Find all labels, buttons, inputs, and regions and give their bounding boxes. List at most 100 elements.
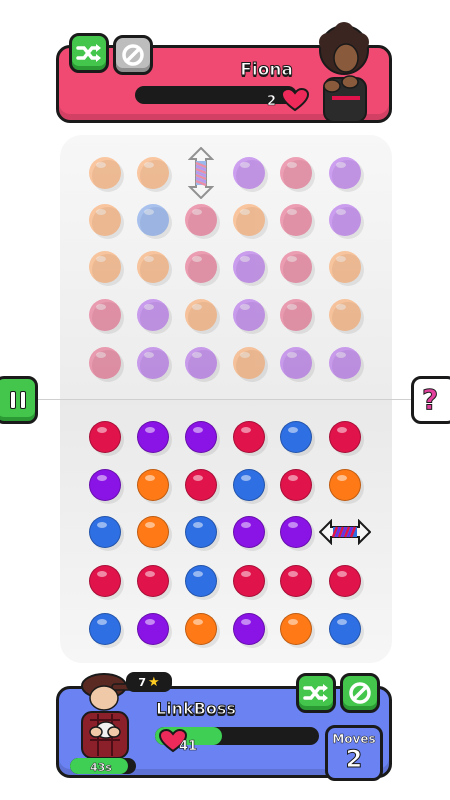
opponent-red-dot <box>280 157 312 189</box>
opponent-red-dot <box>185 251 217 283</box>
opponent-purple-dot <box>329 204 361 236</box>
player-blue-dot[interactable] <box>233 469 265 501</box>
player-name: LinkBoss <box>156 699 237 719</box>
dot-shine <box>97 475 107 481</box>
dot-shine <box>241 571 251 577</box>
opponent-red-dot <box>89 347 121 379</box>
player-blue-dot[interactable] <box>329 613 361 645</box>
player-block-button[interactable] <box>340 673 380 713</box>
opponent-purple-dot <box>185 347 217 379</box>
player-red-dot[interactable] <box>329 565 361 597</box>
dot-shine <box>145 522 155 528</box>
dot-shine <box>193 619 203 625</box>
dot-shine <box>193 427 203 433</box>
player-red-dot[interactable] <box>89 565 121 597</box>
dot-shine <box>144 256 154 262</box>
opponent-red-dot <box>89 299 121 331</box>
opponent-block-button[interactable] <box>113 35 153 75</box>
dot-shine <box>336 256 346 262</box>
player-orange-dot[interactable] <box>137 516 169 548</box>
player-purple-dot[interactable] <box>233 516 265 548</box>
opponent-purple-dot <box>329 347 361 379</box>
moves-value: 2 <box>345 745 363 773</box>
dot-shine <box>337 475 347 481</box>
moves-label: Moves <box>332 732 376 747</box>
player-purple-dot[interactable] <box>137 421 169 453</box>
dot-shine <box>337 571 347 577</box>
dot-shine <box>288 475 298 481</box>
dot-shine <box>288 427 298 433</box>
player-blue-dot[interactable] <box>280 421 312 453</box>
dot-shine <box>240 256 250 262</box>
vertical-rocket-powerup[interactable] <box>188 147 214 199</box>
dot-shine <box>336 304 346 310</box>
opponent-name: Fiona <box>240 60 294 81</box>
player-blue-dot[interactable] <box>185 565 217 597</box>
turn-timer-text: 43s <box>90 761 112 775</box>
player-purple-dot[interactable] <box>89 469 121 501</box>
opponent-shuffle-button[interactable] <box>69 33 109 73</box>
player-red-dot[interactable] <box>185 469 217 501</box>
player-orange-dot[interactable] <box>329 469 361 501</box>
dot-shine <box>96 209 106 215</box>
dot-shine <box>240 352 250 358</box>
dot-shine <box>96 304 106 310</box>
dot-shine <box>241 522 251 528</box>
player-blue-dot[interactable] <box>89 516 121 548</box>
dot-shine <box>97 619 107 625</box>
dot-shine <box>193 522 203 528</box>
opponent-hp-value: 2 <box>267 94 277 110</box>
opponent-purple-dot <box>137 299 169 331</box>
dot-shine <box>192 352 202 358</box>
player-purple-dot[interactable] <box>185 421 217 453</box>
player-orange-dot[interactable] <box>280 613 312 645</box>
dot-shine <box>144 352 154 358</box>
opponent-orange-dot <box>233 347 265 379</box>
player-purple-dot[interactable] <box>280 516 312 548</box>
player-red-dot[interactable] <box>89 421 121 453</box>
dot-shine <box>288 619 298 625</box>
player-red-dot[interactable] <box>233 565 265 597</box>
dot-shine <box>96 256 106 262</box>
dot-shine <box>144 209 154 215</box>
dot-shine <box>193 571 203 577</box>
player-red-dot[interactable] <box>137 565 169 597</box>
player-red-dot[interactable] <box>280 469 312 501</box>
opponent-purple-dot <box>280 347 312 379</box>
shuffle-icon <box>76 44 101 62</box>
pause-icon <box>10 391 16 409</box>
help-button[interactable]: ? <box>411 376 450 424</box>
player-red-dot[interactable] <box>233 421 265 453</box>
player-purple-dot[interactable] <box>137 613 169 645</box>
dot-shine <box>192 209 202 215</box>
player-red-dot[interactable] <box>280 565 312 597</box>
player-orange-dot[interactable] <box>185 613 217 645</box>
opponent-orange-dot <box>89 157 121 189</box>
dot-shine <box>336 162 346 168</box>
dot-shine <box>241 427 251 433</box>
player-orange-dot[interactable] <box>137 469 169 501</box>
player-blue-dot[interactable] <box>89 613 121 645</box>
player-blue-dot[interactable] <box>185 516 217 548</box>
player-red-dot[interactable] <box>329 421 361 453</box>
player-shuffle-button[interactable] <box>296 673 336 713</box>
block-icon <box>122 44 144 66</box>
dot-shine <box>240 162 250 168</box>
dot-shine <box>241 475 251 481</box>
opponent-purple-dot <box>137 347 169 379</box>
opponent-purple-dot <box>233 299 265 331</box>
pause-button[interactable] <box>0 376 38 424</box>
player-hp-value: 41 <box>179 739 198 755</box>
dot-shine <box>287 352 297 358</box>
opponent-red-dot <box>185 204 217 236</box>
dot-shine <box>337 619 347 625</box>
opponent-purple-dot <box>329 157 361 189</box>
dot-shine <box>336 352 346 358</box>
player-purple-dot[interactable] <box>233 613 265 645</box>
game-screen: Fiona 2 ? LinkBoss 41 Moves 2 7 ★ 43s <box>0 0 450 800</box>
horizontal-rocket-powerup[interactable] <box>319 519 371 545</box>
dot-shine <box>192 304 202 310</box>
dot-shine <box>145 427 155 433</box>
dot-shine <box>96 352 106 358</box>
opponent-orange-dot <box>89 251 121 283</box>
